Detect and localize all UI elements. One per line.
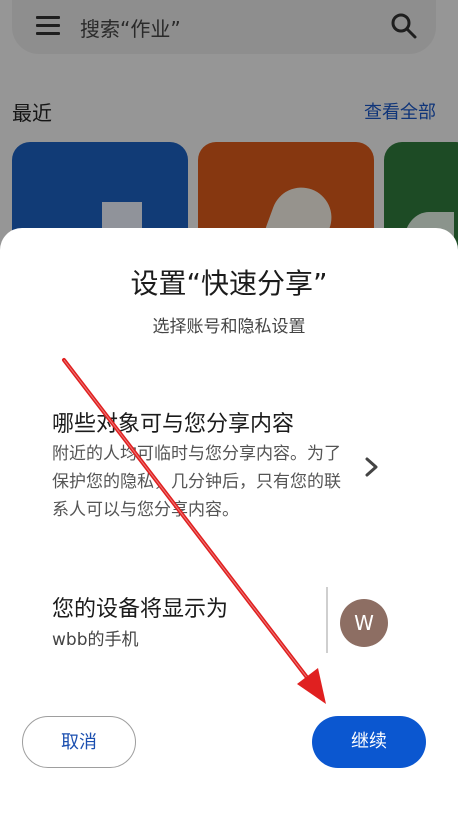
cancel-button[interactable]: 取消 <box>22 716 136 768</box>
avatar: W <box>340 599 388 647</box>
device-title: 您的设备将显示为 <box>52 597 229 622</box>
device-name: wbb的手机 <box>52 630 139 650</box>
chevron-right-icon[interactable] <box>364 456 380 478</box>
continue-button[interactable]: 继续 <box>312 716 426 768</box>
visibility-title: 哪些对象可与您分享内容 <box>52 412 295 437</box>
visibility-setting-row[interactable]: 哪些对象可与您分享内容 附近的人均可临时与您分享内容。为了保护您的隐私，几分钟后… <box>0 398 458 538</box>
device-name-row: 您的设备将显示为 wbb的手机 W <box>0 583 458 663</box>
sheet-title: 设置“快速分享” <box>130 267 328 300</box>
quick-share-setup-sheet: 设置“快速分享” 选择账号和隐私设置 哪些对象可与您分享内容 附近的人均可临时与… <box>0 228 458 820</box>
divider <box>326 587 328 653</box>
visibility-description: 附近的人均可临时与您分享内容。为了保护您的隐私，几分钟后，只有您的联系人可以与您… <box>52 444 341 520</box>
sheet-subtitle: 选择账号和隐私设置 <box>152 317 306 337</box>
